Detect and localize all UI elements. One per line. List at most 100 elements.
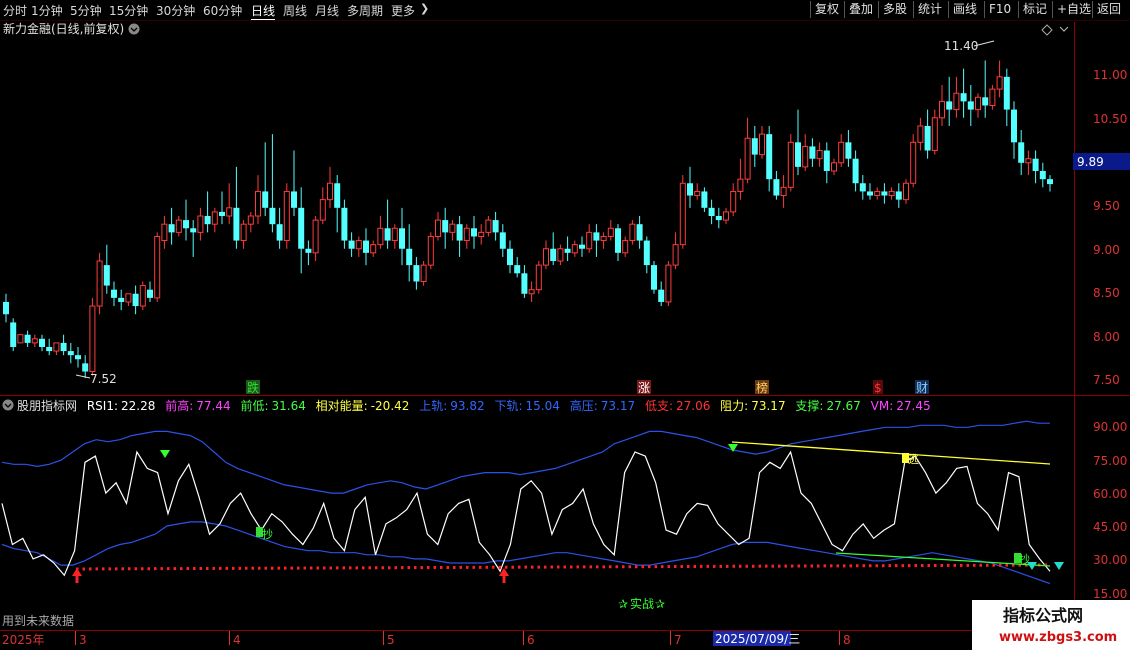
- candle-body-up: [449, 223, 456, 233]
- price-tick: 9.50: [1093, 199, 1120, 213]
- candle-body-up: [391, 227, 398, 242]
- candle-body-down: [341, 207, 348, 241]
- candle-body-down: [895, 191, 902, 200]
- candle-body-up: [226, 207, 233, 217]
- indicator-tick: 30.00: [1093, 553, 1127, 567]
- legend-vm-value: 27.45: [896, 399, 930, 413]
- indicator-series: [1, 420, 1051, 585]
- candle-body-up: [319, 199, 326, 221]
- legend-relative-energy-label: 相对能量:: [316, 399, 368, 413]
- candle-body-up: [327, 182, 333, 201]
- chart-canvas[interactable]: 新力金融 (日线,前复权) 11.00 10.50 9.50 9.00 8.50…: [0, 0, 1130, 650]
- candle-body-up: [125, 293, 132, 303]
- candle-body-up: [53, 342, 60, 352]
- candle-body-down: [514, 265, 521, 274]
- signal-label: 抄: [262, 527, 273, 541]
- candle-body-down: [276, 224, 283, 241]
- low-price-label: 7.52: [90, 372, 117, 386]
- candle-body-up: [672, 244, 679, 266]
- candle-body-up: [737, 178, 744, 192]
- candle-body-up: [435, 219, 441, 237]
- legend-high-pressure-label: 高压:: [570, 398, 598, 413]
- indicator-tick: 60.00: [1093, 487, 1127, 501]
- legend-support-value: 27.67: [826, 399, 860, 413]
- candle-body-down: [168, 224, 175, 233]
- candle-body-down: [795, 142, 801, 167]
- candle-body-down: [24, 334, 31, 343]
- candle-body-down: [687, 183, 693, 196]
- candle-body-down: [262, 191, 269, 208]
- candle-body-up: [1025, 158, 1032, 164]
- candle-body-down: [406, 248, 413, 266]
- month-label: 4: [233, 633, 241, 647]
- watermark-title: 指标公式网: [1003, 606, 1083, 625]
- legend-prev-low-value: 31.64: [271, 399, 305, 413]
- legend-vm-label: VM:: [871, 399, 894, 413]
- candle-body-down: [3, 301, 9, 315]
- candle-body-up: [96, 260, 103, 307]
- candle-body-down: [708, 207, 715, 216]
- down-marker-icon: [1054, 562, 1064, 570]
- candle-body-down: [190, 228, 197, 233]
- candle-body-up: [478, 231, 485, 237]
- indicator-menu-icon[interactable]: [2, 399, 14, 411]
- cursor-date: 2025/07/09/三: [715, 632, 800, 646]
- lower-band-line: [1, 521, 1051, 585]
- candle-body-down: [593, 232, 600, 241]
- legend-high-pressure-value: 73.17: [601, 399, 635, 413]
- candle-body-up: [665, 264, 672, 303]
- candle-body-up: [759, 133, 765, 156]
- indicator-name: 股朋指标网: [17, 398, 77, 413]
- candle-body-down: [471, 228, 477, 237]
- legend-rsi1-label: RSI1:: [87, 399, 118, 413]
- candle-body-down: [399, 228, 405, 249]
- candle-body-up: [586, 231, 593, 250]
- month-label: 6: [527, 633, 535, 647]
- candle-body-down: [10, 322, 17, 347]
- candle-body-down: [456, 224, 463, 241]
- legend-lower-band-label: 下轨:: [494, 399, 522, 413]
- candle-body-down: [111, 289, 117, 298]
- candle-body-down: [1039, 170, 1046, 180]
- candle-body-up: [557, 248, 564, 262]
- candle-body-down: [204, 216, 211, 225]
- candle-body-up: [802, 145, 809, 168]
- candle-body-up: [903, 182, 909, 201]
- peak-marker-icon: [160, 450, 170, 458]
- candle-body-down: [132, 293, 139, 307]
- price-tick: 10.50: [1093, 112, 1127, 126]
- candle-body-down: [852, 158, 859, 184]
- candle-body-down: [442, 220, 449, 233]
- stock-name: 新力金融: [3, 21, 51, 36]
- candle-body-down: [845, 142, 852, 159]
- legend-resistance-label: 阻力:: [720, 399, 748, 413]
- diamond-icon[interactable]: [1041, 24, 1053, 36]
- candle-body-down: [334, 183, 341, 208]
- chevron-down-icon[interactable]: [128, 23, 140, 35]
- signal-label: 逃: [908, 453, 919, 466]
- candle-body-up: [888, 190, 895, 197]
- candle-body-down: [75, 355, 81, 360]
- candle-body-down: [701, 191, 708, 208]
- candle-body-down: [651, 265, 657, 290]
- candle-body-up: [240, 223, 247, 242]
- candle-body-up: [370, 244, 377, 254]
- candle-body-down: [658, 289, 665, 302]
- collapse-icon[interactable]: [1059, 26, 1069, 32]
- candle-body-down: [147, 289, 153, 298]
- candle-body-down: [103, 265, 110, 286]
- indicator-tick: 90.00: [1093, 420, 1127, 434]
- candle-body-down: [183, 220, 189, 229]
- legend-prev-high-label: 前高:: [165, 398, 193, 413]
- candle-body-down: [499, 232, 506, 249]
- candle-body-up: [197, 215, 204, 233]
- candle-body-down: [881, 191, 888, 196]
- candle-body-up: [744, 137, 751, 180]
- candle-body-up: [917, 125, 924, 143]
- candle-body-down: [579, 244, 585, 249]
- candle-body-down: [60, 342, 67, 352]
- month-label: 3: [79, 633, 87, 647]
- candle-body-down: [1003, 76, 1010, 110]
- candle-body-down: [946, 101, 953, 110]
- candle-body-up: [816, 150, 823, 160]
